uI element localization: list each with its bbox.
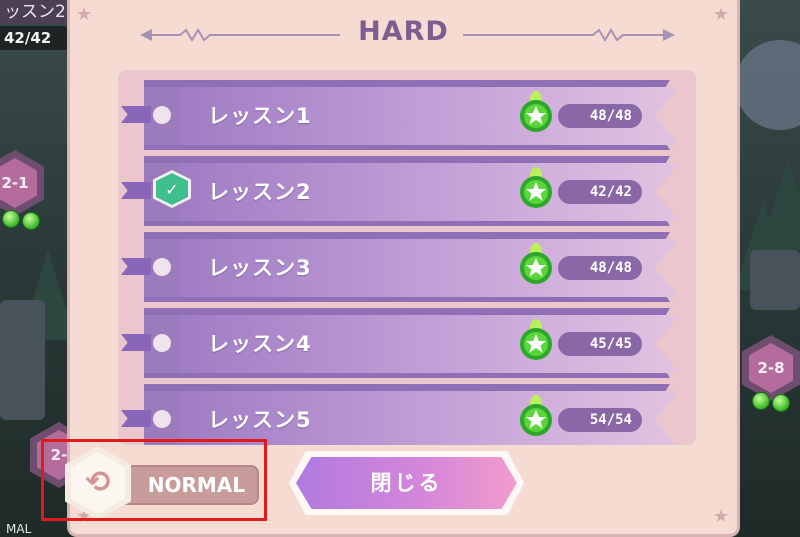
house-icon <box>750 250 800 310</box>
lesson-row[interactable]: ✓ レッスン2 42/42 <box>118 156 696 226</box>
highlight-box <box>41 439 267 521</box>
stage-node-label: 2-1 <box>0 158 37 208</box>
gem-icon <box>520 91 552 132</box>
gem-icon <box>2 210 20 228</box>
ribbon-tag <box>121 258 151 275</box>
lesson-row[interactable]: レッスン4 45/45 <box>118 308 696 378</box>
lesson-row[interactable]: レッスン3 48/48 <box>118 232 696 302</box>
moon <box>735 40 800 130</box>
gem-icon <box>22 212 40 230</box>
pin-icon <box>153 106 171 124</box>
gem-icon <box>520 319 552 360</box>
pin-icon <box>153 258 171 276</box>
lesson-score: 48/48 <box>558 104 642 128</box>
lesson-score: 48/48 <box>558 256 642 280</box>
gem-icon <box>752 392 770 410</box>
tree-icon <box>760 160 800 250</box>
lesson-name: レッスン4 <box>208 332 312 356</box>
ribbon-tag <box>121 182 151 199</box>
ribbon-tag <box>121 334 151 351</box>
gem-icon <box>772 394 790 412</box>
gem-icon <box>520 167 552 208</box>
stage-node[interactable]: 2-8 <box>742 335 800 401</box>
ribbon-tag <box>121 106 151 123</box>
lesson-name: レッスン5 <box>208 408 312 432</box>
lesson-name: レッスン2 <box>208 180 312 204</box>
pin-icon <box>153 334 171 352</box>
close-button[interactable]: 閉じる <box>296 457 517 509</box>
lesson-name: レッスン3 <box>208 256 312 280</box>
stage-node-label: 2-8 <box>749 343 793 393</box>
lesson-list[interactable]: レッスン1 48/48 ✓ レッスン2 42/42 レッスン3 48/48 レッ… <box>118 70 696 445</box>
bg-lesson-count: 42/42 <box>0 26 70 50</box>
gem-icon <box>520 243 552 284</box>
lesson-score: 45/45 <box>558 332 642 356</box>
ribbon-tag <box>121 410 151 427</box>
lesson-score: 42/42 <box>558 180 642 204</box>
gem-icon <box>520 395 552 436</box>
lesson-score: 54/54 <box>558 408 642 432</box>
stage-node[interactable]: 2-1 <box>0 150 44 216</box>
house-icon <box>0 300 45 420</box>
lesson-row[interactable]: レッスン1 48/48 <box>118 80 696 150</box>
star-corner-icon: ★ <box>713 506 730 527</box>
dialog-title: HARD <box>358 16 449 47</box>
lesson-row[interactable]: レッスン5 54/54 <box>118 384 696 445</box>
lesson-name: レッスン1 <box>208 104 312 128</box>
bg-mode-label: MAL <box>0 522 66 537</box>
pin-icon <box>153 410 171 428</box>
